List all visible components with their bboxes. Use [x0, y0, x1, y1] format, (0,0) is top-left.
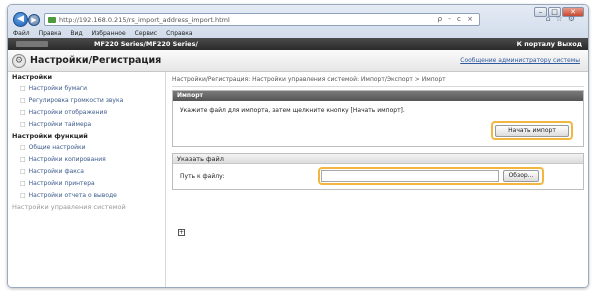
site-icon [48, 17, 56, 23]
device-header: MF220 Series/MF220 Series/ К порталу Вых… [8, 38, 588, 50]
start-import-button[interactable]: Начать импорт [495, 125, 569, 137]
gear-icon[interactable]: ⚙ [568, 14, 580, 23]
sidebar-item-label: Настройки отчета о выводе [28, 192, 117, 199]
address-bar[interactable]: http://192.168.0.215/rs_import_address_i… [44, 13, 480, 26]
bullet-icon: □ [20, 192, 26, 199]
menu-favorites[interactable]: Избранное [92, 30, 126, 37]
breadcrumb: Настройки/Регистрация: Настройки управле… [172, 76, 446, 83]
import-panel-header: Импорт [173, 91, 583, 101]
menu-file[interactable]: Файл [13, 30, 30, 37]
browser-chrome: – □ ✕ ◀ ▶ http://192.168.0.215/rs_import… [8, 5, 588, 38]
main-content: Настройки/Регистрация: Настройки управле… [166, 72, 588, 287]
browse-button[interactable]: Обзор... [503, 170, 539, 182]
sidebar-item-label: Настройки таймера [28, 121, 92, 128]
sidebar-item-label: Регулировка громкости звука [28, 97, 124, 104]
import-panel: Импорт Укажите файл для импорта, затем щ… [172, 90, 584, 147]
sidebar-item-display[interactable]: □ Настройки отображения [8, 107, 165, 119]
arrow-right-icon: ▶ [31, 16, 37, 24]
sidebar-item-label: Настройки бумаги [28, 85, 87, 92]
menu-help[interactable]: Справка [166, 30, 192, 37]
bullet-icon: □ [20, 109, 26, 116]
sidebar-section-settings[interactable]: Настройки [8, 72, 165, 83]
bullet-icon: □ [20, 144, 26, 151]
forward-button[interactable]: ▶ [28, 14, 40, 26]
sidebar-item-label: Настройки копирования [28, 156, 106, 163]
back-button[interactable]: ◀ [13, 12, 28, 27]
sidebar-item-fax[interactable]: □ Настройки факса [8, 166, 165, 178]
star-icon[interactable]: ☆ [556, 14, 568, 23]
url-text: http://192.168.0.215/rs_import_address_i… [59, 16, 230, 24]
sidebar-section-functions[interactable]: Настройки функций [8, 131, 165, 142]
menu-view[interactable]: Вид [70, 30, 82, 37]
address-controls[interactable]: ρ - c × [438, 15, 475, 23]
sidebar-item-label: Настройки факса [28, 168, 84, 175]
home-icon[interactable]: ⌂ [546, 14, 556, 23]
bullet-icon: □ [20, 85, 26, 92]
bullet-icon: □ [20, 180, 26, 187]
sidebar-item-printer[interactable]: □ Настройки принтера [8, 178, 165, 190]
path-label: Путь к файлу: [180, 173, 225, 180]
settings-icon: ⚙ [12, 54, 26, 68]
model-title: MF220 Series/MF220 Series/ [94, 40, 198, 48]
bullet-icon: □ [20, 168, 26, 175]
sidebar-item-timer[interactable]: □ Настройки таймера [8, 119, 165, 131]
browser-window: – □ ✕ ◀ ▶ http://192.168.0.215/rs_import… [7, 4, 589, 288]
import-instructions: Укажите файл для импорта, затем щелкните… [180, 107, 405, 114]
portal-logout-links[interactable]: К порталу Выход [517, 40, 582, 48]
menu-tools[interactable]: Сервис [135, 30, 157, 37]
sidebar-item-report[interactable]: □ Настройки отчета о выводе [8, 190, 165, 202]
brand-logo [16, 41, 48, 47]
sidebar-item-general[interactable]: □ Общие настройки [8, 142, 165, 154]
arrow-left-icon: ◀ [17, 14, 24, 24]
sidebar-item-copy[interactable]: □ Настройки копирования [8, 154, 165, 166]
menu-edit[interactable]: Правка [39, 30, 62, 37]
bullet-icon: □ [20, 121, 26, 128]
sidebar-item-paper[interactable]: □ Настройки бумаги [8, 83, 165, 95]
expand-icon[interactable]: + [178, 229, 185, 236]
sidebar-section-system[interactable]: Настройки управления системой [8, 202, 165, 213]
sidebar-item-label: Общие настройки [28, 144, 86, 151]
page-title: Настройки/Регистрация [30, 55, 162, 66]
toolbar-icons: ⌂☆⚙ [546, 14, 580, 23]
bullet-icon: □ [20, 97, 26, 104]
sidebar-item-volume[interactable]: □ Регулировка громкости звука [8, 95, 165, 107]
admin-mail-link[interactable]: Сообщение администратору системы [460, 57, 580, 64]
file-panel-header: Указать файл [173, 154, 583, 164]
page-header: ⚙ Настройки/Регистрация Сообщение админи… [8, 50, 588, 72]
bullet-icon: □ [20, 156, 26, 163]
divider [172, 86, 584, 87]
sidebar-item-label: Настройки отображения [28, 109, 108, 116]
sidebar: Настройки □ Настройки бумаги □ Регулировка… [8, 72, 166, 287]
file-panel: Указать файл Путь к файлу: Обзор... [172, 153, 584, 190]
file-path-input[interactable] [321, 170, 499, 182]
sidebar-item-label: Настройки принтера [28, 180, 95, 187]
